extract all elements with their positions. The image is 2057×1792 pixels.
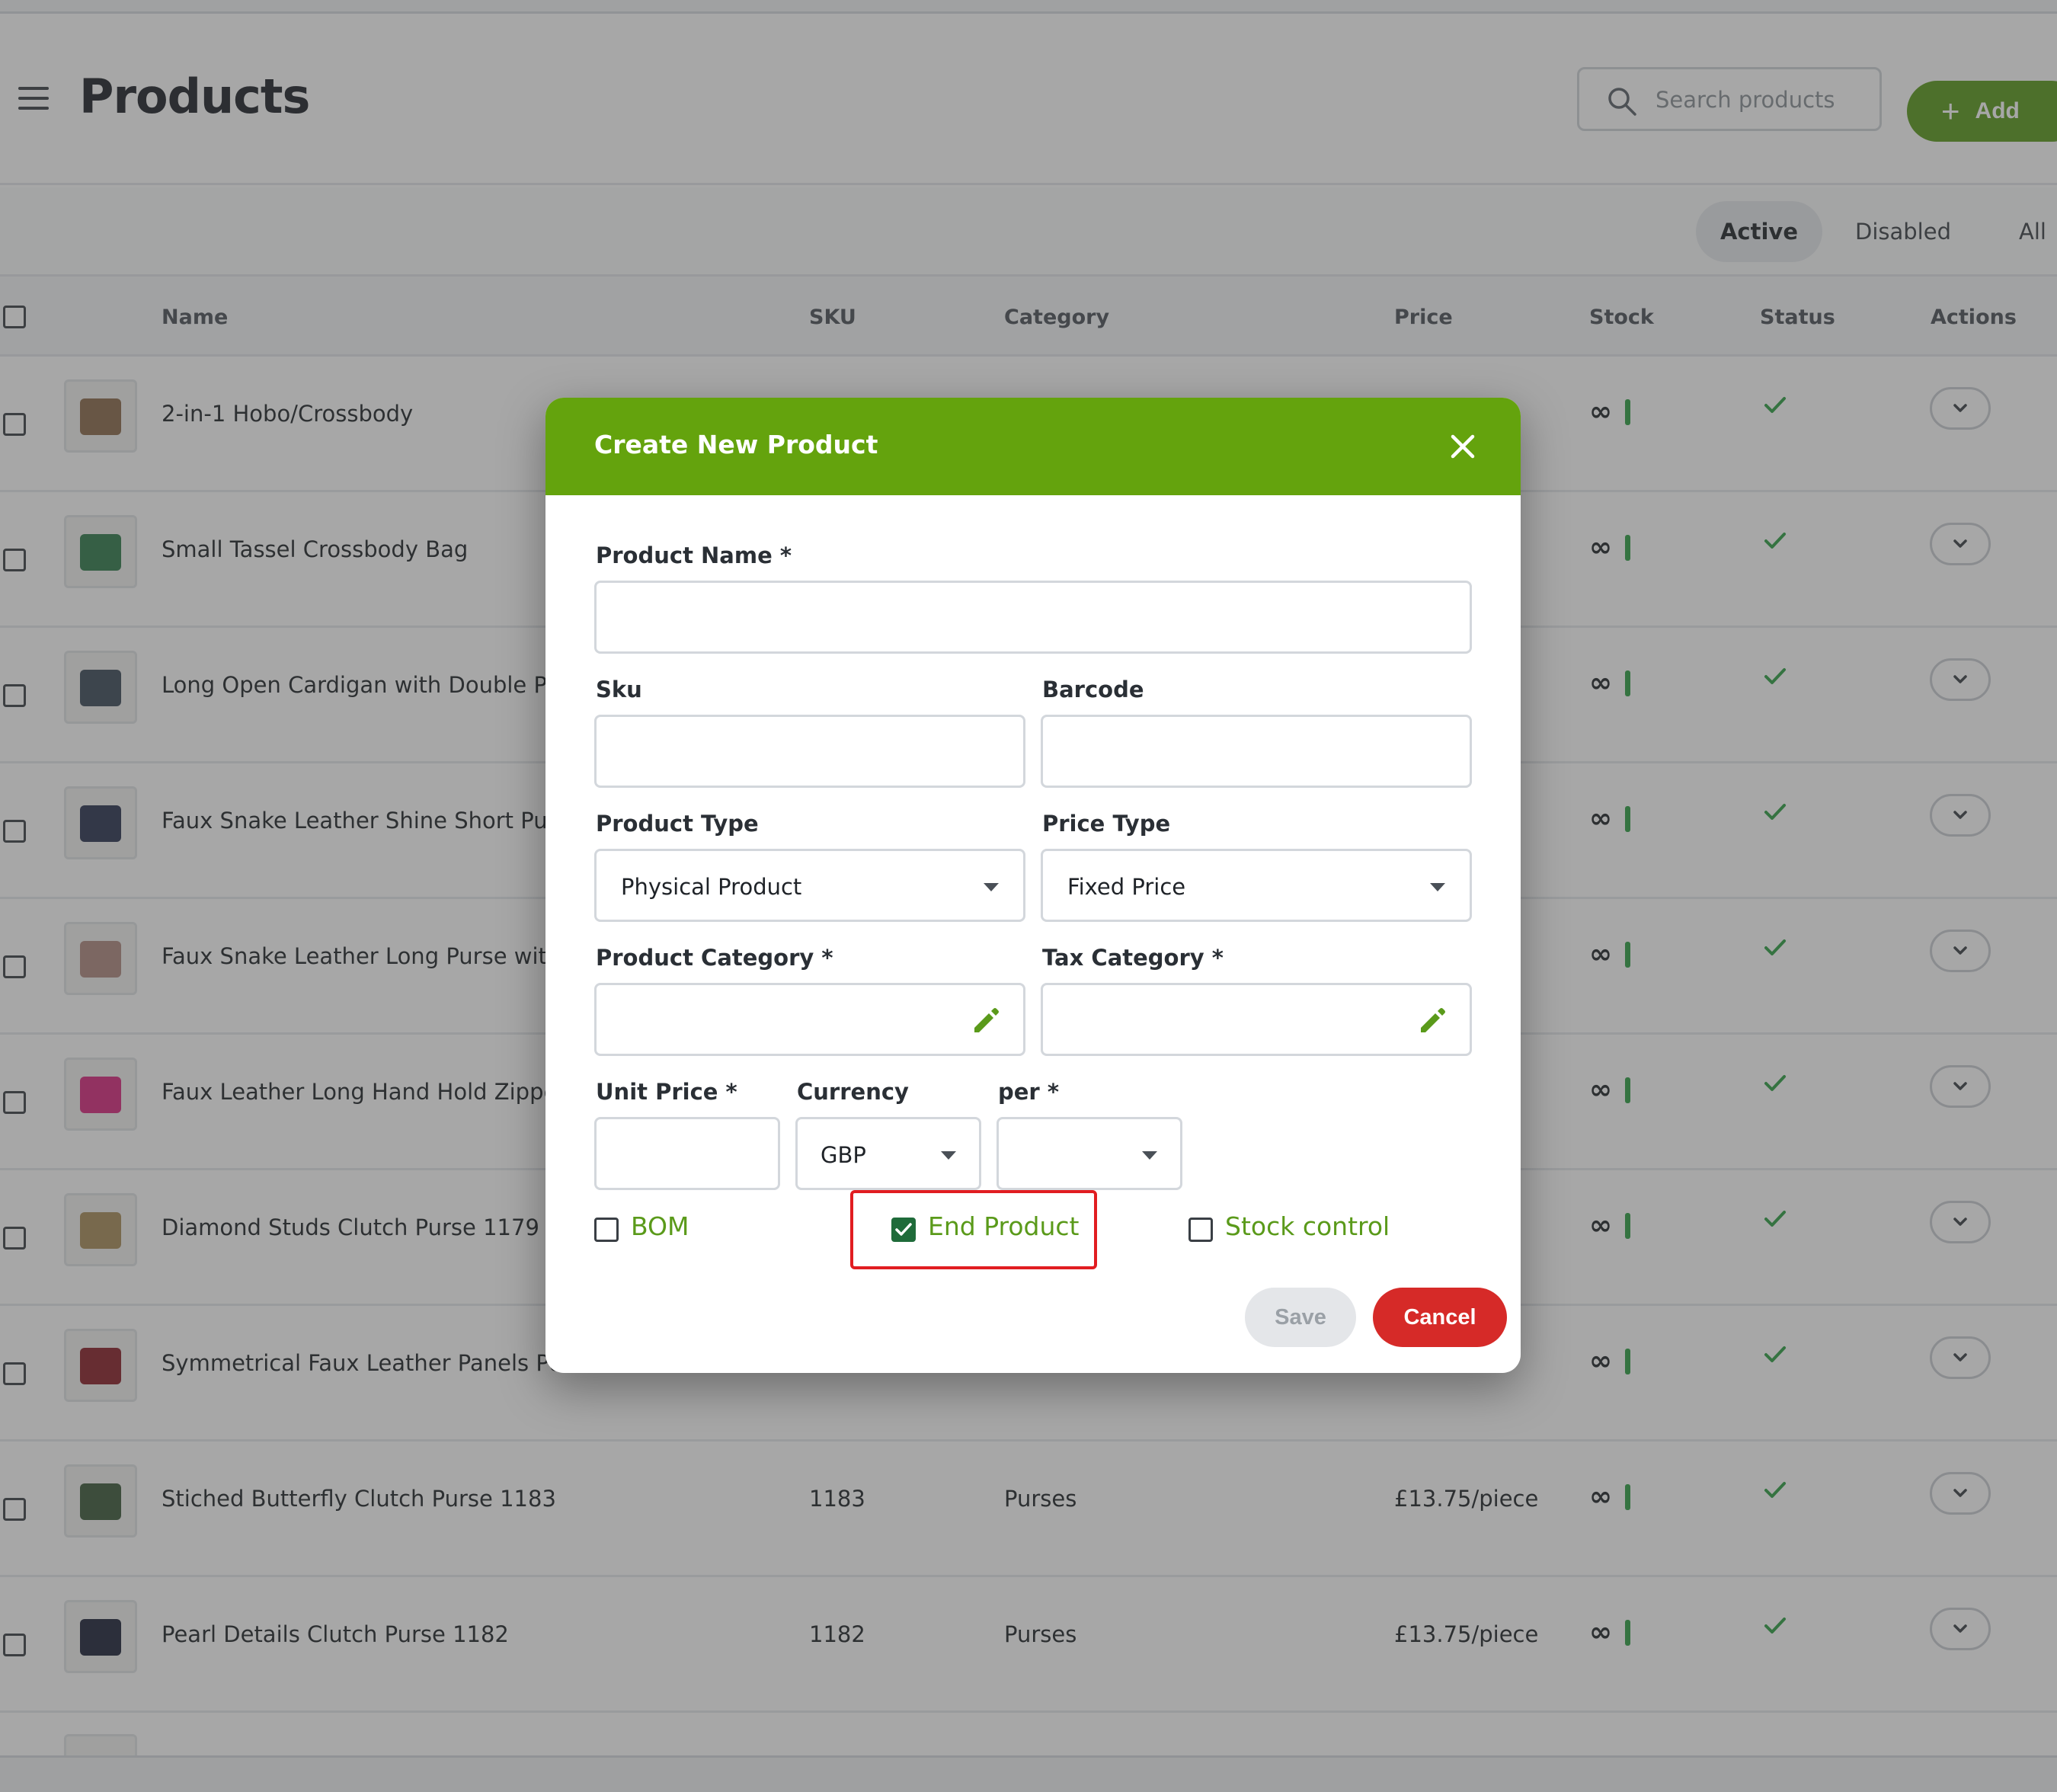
currency-label: Currency <box>797 1079 909 1105</box>
chevron-down-icon <box>941 1151 956 1160</box>
per-label: per * <box>998 1079 1059 1105</box>
create-product-dialog: Create New Product Product Name * Sku Ba… <box>545 398 1521 1373</box>
stock-control-checkbox[interactable] <box>1188 1218 1213 1242</box>
product-type-label: Product Type <box>596 811 759 837</box>
price-type-value: Fixed Price <box>1067 874 1186 900</box>
barcode-label: Barcode <box>1042 677 1144 702</box>
bom-label[interactable]: BOM <box>631 1211 689 1241</box>
tax-category-field[interactable] <box>1041 983 1472 1056</box>
product-type-value: Physical Product <box>621 874 802 900</box>
cancel-button[interactable]: Cancel <box>1373 1288 1507 1347</box>
barcode-input[interactable] <box>1066 735 1447 769</box>
chevron-down-icon <box>1142 1151 1157 1160</box>
sku-input[interactable] <box>619 735 1000 769</box>
product-category-field[interactable] <box>594 983 1025 1056</box>
product-name-label: Product Name * <box>596 542 792 568</box>
currency-value: GBP <box>821 1142 866 1168</box>
sku-field[interactable] <box>594 715 1025 788</box>
product-name-input[interactable] <box>619 601 1447 635</box>
sku-label: Sku <box>596 677 642 702</box>
pencil-icon[interactable] <box>970 1005 1002 1037</box>
save-button[interactable]: Save <box>1245 1288 1356 1347</box>
pencil-icon[interactable] <box>1416 1005 1448 1037</box>
product-type-select[interactable]: Physical Product <box>594 849 1025 922</box>
price-type-select[interactable]: Fixed Price <box>1041 849 1472 922</box>
stock-control-label[interactable]: Stock control <box>1225 1211 1390 1241</box>
barcode-field[interactable] <box>1041 715 1472 788</box>
close-button[interactable] <box>1443 427 1483 466</box>
unit-price-label: Unit Price * <box>596 1079 737 1105</box>
price-type-label: Price Type <box>1042 811 1171 837</box>
bom-checkbox[interactable] <box>594 1218 619 1242</box>
chevron-down-icon <box>1430 883 1445 891</box>
end-product-label[interactable]: End Product <box>928 1211 1080 1241</box>
dialog-title: Create New Product <box>594 430 878 459</box>
dialog-header: Create New Product <box>545 398 1521 495</box>
end-product-checkbox[interactable] <box>891 1218 916 1242</box>
unit-price-field[interactable] <box>594 1117 780 1190</box>
per-select[interactable] <box>997 1117 1182 1190</box>
unit-price-input[interactable] <box>619 1138 755 1171</box>
chevron-down-icon <box>984 883 999 891</box>
product-category-label: Product Category * <box>596 945 833 971</box>
product-name-field[interactable] <box>594 581 1472 654</box>
close-icon <box>1451 434 1475 459</box>
check-icon <box>895 1223 912 1236</box>
tax-category-label: Tax Category * <box>1042 945 1224 971</box>
currency-select[interactable]: GBP <box>795 1117 981 1190</box>
